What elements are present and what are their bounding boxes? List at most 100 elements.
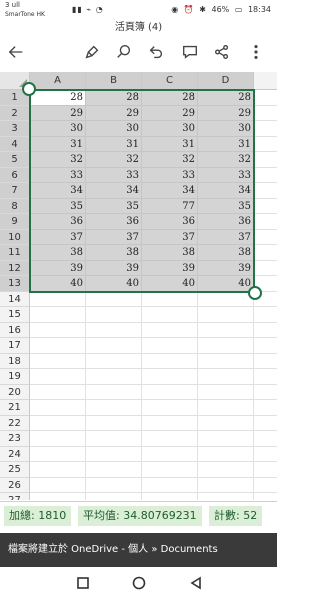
cell[interactable] — [30, 384, 86, 400]
cell[interactable] — [254, 323, 277, 338]
cell[interactable] — [86, 307, 142, 323]
cell[interactable] — [86, 446, 142, 462]
cell[interactable] — [86, 431, 142, 447]
cell[interactable] — [198, 338, 254, 354]
cell[interactable] — [254, 493, 277, 500]
cell[interactable]: 30 — [86, 121, 142, 137]
cell[interactable]: 36 — [86, 214, 142, 230]
row-header[interactable]: 17 — [0, 338, 30, 354]
cell[interactable] — [254, 214, 277, 230]
cell[interactable] — [30, 291, 86, 307]
cell[interactable] — [198, 400, 254, 416]
row-header[interactable]: 25 — [0, 462, 30, 478]
row-header[interactable]: 13 — [0, 276, 30, 292]
cell[interactable]: 40 — [198, 276, 254, 292]
cell[interactable] — [254, 245, 277, 261]
cell[interactable] — [86, 338, 142, 354]
row-header[interactable]: 19 — [0, 369, 30, 385]
row-header[interactable]: 20 — [0, 384, 30, 400]
cell[interactable]: 33 — [86, 167, 142, 183]
cell[interactable]: 40 — [142, 276, 198, 292]
row-header[interactable]: 22 — [0, 415, 30, 431]
cell[interactable]: 31 — [30, 136, 86, 152]
cell[interactable] — [254, 137, 277, 152]
cell[interactable]: 39 — [30, 260, 86, 276]
cell[interactable]: 28 — [30, 90, 86, 106]
cell[interactable] — [254, 199, 277, 214]
cell[interactable] — [142, 431, 198, 447]
cell[interactable] — [254, 230, 277, 245]
cell[interactable] — [198, 369, 254, 385]
cell[interactable] — [30, 446, 86, 462]
cell[interactable]: 29 — [198, 105, 254, 121]
cell[interactable] — [254, 416, 277, 431]
cell[interactable]: 33 — [142, 167, 198, 183]
share-icon[interactable] — [212, 42, 232, 62]
cell[interactable] — [86, 369, 142, 385]
cell[interactable]: 35 — [86, 198, 142, 214]
cell[interactable] — [254, 261, 277, 276]
cell[interactable] — [30, 477, 86, 493]
home-circle-icon[interactable] — [131, 575, 147, 591]
cell[interactable] — [30, 338, 86, 354]
cell[interactable]: 39 — [86, 260, 142, 276]
cell[interactable] — [198, 462, 254, 478]
cell[interactable] — [254, 478, 277, 493]
cell[interactable] — [142, 415, 198, 431]
selection-end-handle[interactable] — [248, 285, 262, 300]
cell[interactable] — [30, 400, 86, 416]
cell[interactable]: 39 — [142, 260, 198, 276]
cell[interactable]: 38 — [198, 245, 254, 261]
row-header[interactable]: 12 — [0, 260, 30, 276]
column-header-b[interactable]: B — [86, 72, 142, 90]
count-stat[interactable]: 計數: 52 — [209, 506, 263, 526]
cell[interactable]: 31 — [198, 136, 254, 152]
search-icon[interactable] — [114, 42, 134, 62]
row-header[interactable]: 4 — [0, 136, 30, 152]
cell[interactable] — [198, 431, 254, 447]
cell[interactable] — [254, 400, 277, 416]
cell[interactable] — [254, 385, 277, 400]
spreadsheet-grid[interactable]: ABCD 1 2 3 4 5 6 7 8 9 10 11 12 13 14 15 16 17 18 19 20 21 22… — [0, 72, 277, 500]
cell[interactable] — [142, 400, 198, 416]
row-header[interactable]: 21 — [0, 400, 30, 416]
cell[interactable] — [86, 415, 142, 431]
column-header-a[interactable]: A — [30, 72, 86, 90]
cell[interactable] — [142, 338, 198, 354]
cell[interactable]: 36 — [142, 214, 198, 230]
row-header[interactable]: 11 — [0, 245, 30, 261]
cell[interactable]: 32 — [86, 152, 142, 168]
cell[interactable]: 31 — [86, 136, 142, 152]
cell[interactable]: 35 — [30, 198, 86, 214]
cell[interactable] — [30, 322, 86, 338]
row-header[interactable]: 9 — [0, 214, 30, 230]
cell[interactable] — [142, 353, 198, 369]
cell[interactable] — [30, 415, 86, 431]
cell[interactable]: 34 — [198, 183, 254, 199]
cell[interactable]: 33 — [198, 167, 254, 183]
cell[interactable] — [86, 384, 142, 400]
cell[interactable]: 29 — [142, 105, 198, 121]
cell[interactable] — [198, 291, 254, 307]
cell[interactable] — [142, 462, 198, 478]
cell[interactable] — [86, 493, 142, 500]
average-stat[interactable]: 平均值: 34.80769231 — [78, 506, 202, 526]
cell[interactable]: 32 — [142, 152, 198, 168]
cell[interactable]: 32 — [198, 152, 254, 168]
cell[interactable] — [86, 322, 142, 338]
cell[interactable] — [198, 322, 254, 338]
cell[interactable]: 40 — [86, 276, 142, 292]
cell[interactable] — [198, 446, 254, 462]
row-header[interactable]: 5 — [0, 152, 30, 168]
cell[interactable]: 28 — [142, 90, 198, 106]
back-arrow-icon[interactable] — [6, 42, 26, 62]
cell[interactable]: 30 — [30, 121, 86, 137]
row-header[interactable]: 10 — [0, 229, 30, 245]
cell[interactable] — [30, 462, 86, 478]
cell[interactable] — [142, 291, 198, 307]
cell[interactable]: 35 — [198, 198, 254, 214]
cell[interactable]: 38 — [30, 245, 86, 261]
cell[interactable] — [254, 183, 277, 199]
row-header[interactable]: 15 — [0, 307, 30, 323]
cell[interactable]: 38 — [142, 245, 198, 261]
